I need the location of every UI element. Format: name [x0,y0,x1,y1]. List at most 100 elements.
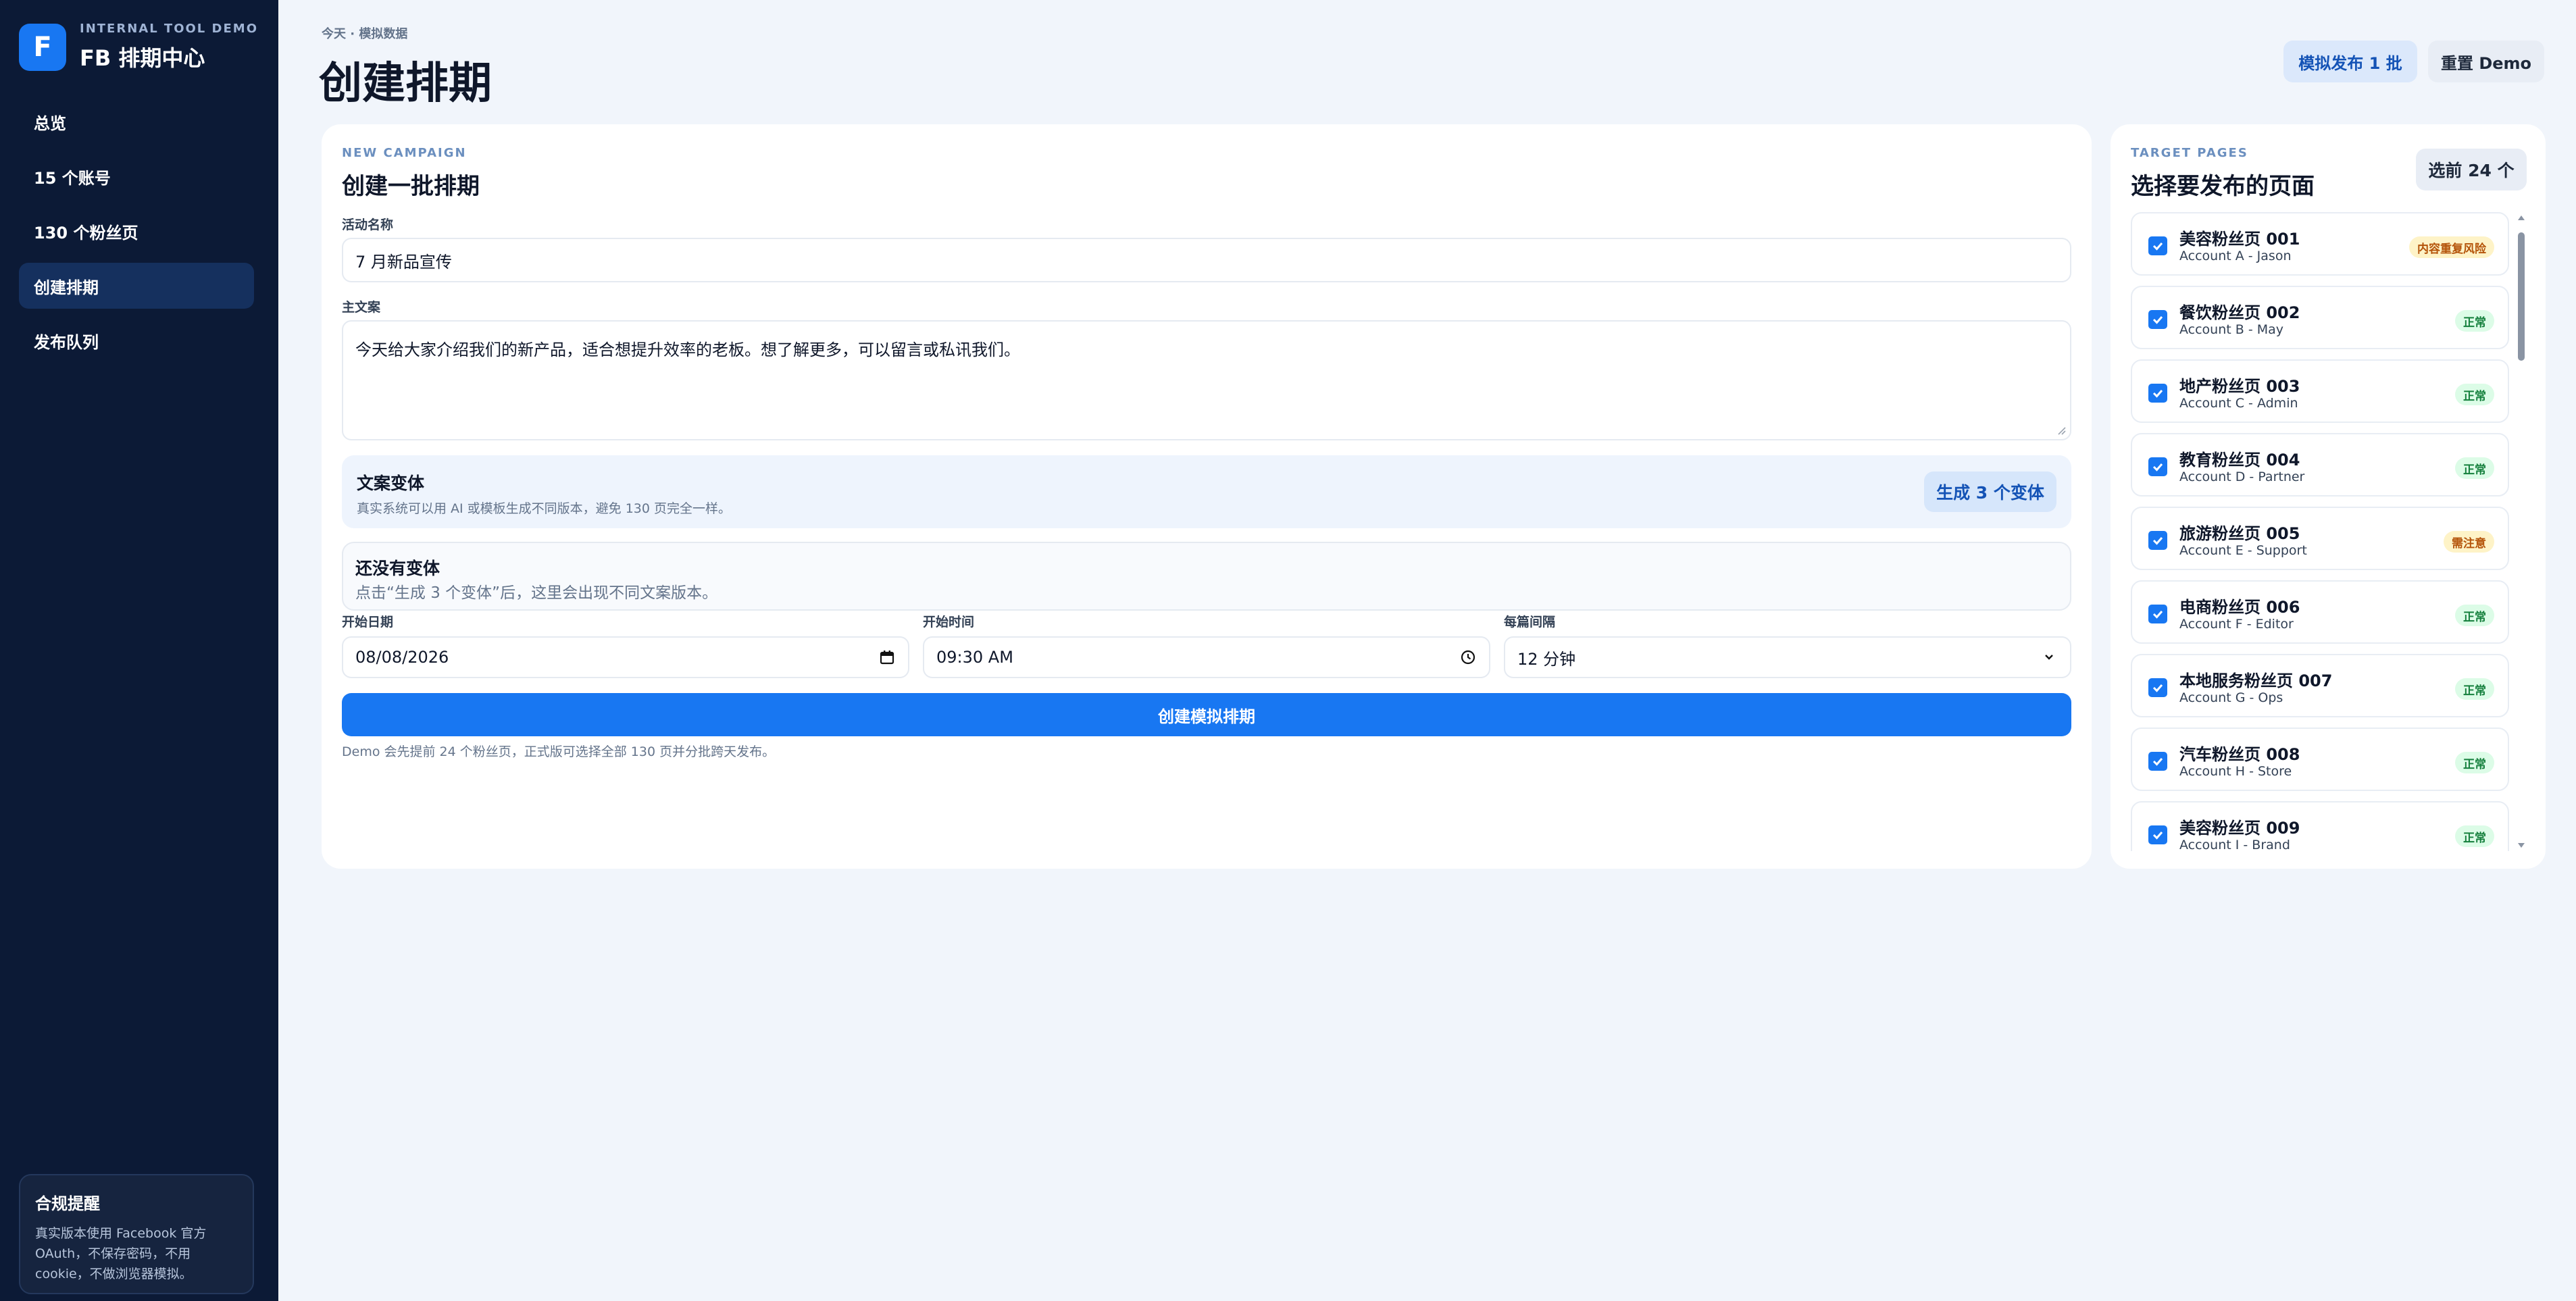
checkbox-checked[interactable] [2148,531,2167,550]
checkmark-icon [2152,316,2163,324]
status-badge: 正常 [2455,678,2494,700]
scroll-thumb[interactable] [2518,232,2525,361]
page-account: Account I - Brand [2179,838,2290,851]
variant-hint: 真实系统可以用 AI 或模板生成不同版本，避免 130 页完全一样。 [357,501,732,516]
sidebar-item-overview[interactable]: 总览 [19,99,254,145]
start-date-value: 08/08/2026 [355,648,449,667]
main-copy-textarea[interactable]: 今天给大家介绍我们的新产品，适合想提升效率的老板。想了解更多，可以留言或私讯我们… [342,320,2071,440]
scroll-up-icon[interactable] [2517,213,2526,222]
variant-panel: 文案变体 真实系统可以用 AI 或模板生成不同版本，避免 130 页完全一样。 … [342,455,2071,528]
app-logo: F [19,23,66,71]
sidebar-item-pages[interactable]: 130 个粉丝页 [19,208,254,254]
status-badge: 正常 [2455,752,2494,773]
campaign-name-value: 7 月新品宣传 [355,252,452,272]
checkbox-checked[interactable] [2148,678,2167,697]
page-account: Account E - Support [2179,543,2307,558]
page-list-item[interactable]: 汽车粉丝页 008 Account H - Store 正常 [2131,728,2509,791]
calendar-icon[interactable] [878,648,896,666]
interval-value: 12 分钟 [1517,649,1576,669]
page-name: 汽车粉丝页 008 [2179,745,2300,764]
page-name: 电商粉丝页 006 [2179,598,2300,617]
checkbox-checked[interactable] [2148,457,2167,476]
create-schedule-button[interactable]: 创建模拟排期 [342,693,2071,736]
checkbox-checked[interactable] [2148,384,2167,403]
compliance-notice: 合规提醒 真实版本使用 Facebook 官方 OAuth，不保存密码，不用 c… [19,1174,254,1294]
page-list-item[interactable]: 美容粉丝页 009 Account I - Brand 正常 [2131,801,2509,851]
status-badge: 需注意 [2444,531,2494,553]
checkbox-checked[interactable] [2148,605,2167,623]
start-date-input[interactable]: 08/08/2026 [342,636,909,678]
simulate-publish-button[interactable]: 模拟发布 1 批 [2283,41,2417,82]
status-badge: 正常 [2455,605,2494,626]
variant-empty-state: 还没有变体 点击“生成 3 个变体”后，这里会出现不同文案版本。 [342,542,2071,611]
target-pages-card: TARGET PAGES 选择要发布的页面 选前 24 个 美容粉丝页 001 A… [2111,124,2546,869]
generate-variants-button[interactable]: 生成 3 个变体 [1924,471,2056,512]
brand-title: FB 排期中心 [80,45,205,71]
empty-state-hint: 点击“生成 3 个变体”后，这里会出现不同文案版本。 [355,584,718,602]
brand: F INTERNAL TOOL DEMO FB 排期中心 [19,22,258,72]
page-account: Account G - Ops [2179,690,2283,705]
status-badge: 正常 [2455,457,2494,479]
checkbox-checked[interactable] [2148,825,2167,844]
page-list-item[interactable]: 电商粉丝页 006 Account F - Editor 正常 [2131,580,2509,644]
checkmark-icon [2152,832,2163,840]
checkmark-icon [2152,390,2163,398]
status-badge: 正常 [2455,310,2494,332]
interval-label: 每篇间隔 [1504,615,1556,630]
page-list-scrollbar[interactable] [2516,212,2527,851]
checkmark-icon [2152,537,2163,545]
page-list-item[interactable]: 地产粉丝页 003 Account C - Admin 正常 [2131,359,2509,423]
sidebar-item-create-schedule[interactable]: 创建排期 [19,263,254,309]
breadcrumb: 今天 · 模拟数据 [322,27,408,41]
page-account: Account C - Admin [2179,396,2298,411]
status-badge: 内容重复风险 [2409,236,2494,258]
page-name: 美容粉丝页 001 [2179,230,2300,249]
sidebar-item-publish-queue[interactable]: 发布队列 [19,317,254,363]
notice-body: 真实版本使用 Facebook 官方 OAuth，不保存密码，不用 cookie… [35,1226,207,1281]
sidebar-item-accounts[interactable]: 15 个账号 [19,153,254,199]
campaign-name-input[interactable]: 7 月新品宣传 [342,238,2071,282]
checkmark-icon [2152,243,2163,251]
page-list[interactable]: 美容粉丝页 001 Account A - Jason 内容重复风险 餐饮粉丝页 00… [2131,212,2509,851]
resize-handle-icon[interactable] [2056,426,2066,435]
main-copy-value: 今天给大家介绍我们的新产品，适合想提升效率的老板。想了解更多，可以留言或私讯我们… [355,340,1020,359]
checkmark-icon [2152,758,2163,766]
checkbox-checked[interactable] [2148,236,2167,255]
page-list-item[interactable]: 餐饮粉丝页 002 Account B - May 正常 [2131,286,2509,349]
page-list-item[interactable]: 旅游粉丝页 005 Account E - Support 需注意 [2131,507,2509,570]
clock-icon[interactable] [1459,648,1477,666]
scroll-down-icon[interactable] [2517,842,2526,850]
main-copy-label: 主文案 [342,300,381,315]
variant-title: 文案变体 [357,474,425,493]
page-name: 旅游粉丝页 005 [2179,524,2300,543]
campaign-eyebrow: NEW CAMPAIGN [342,146,467,160]
interval-select[interactable]: 12 分钟 [1504,636,2071,678]
select-top-button[interactable]: 选前 24 个 [2416,149,2527,190]
page-name: 美容粉丝页 009 [2179,819,2300,838]
create-footnote: Demo 会先提前 24 个粉丝页，正式版可选择全部 130 页并分批跨天发布。 [342,744,776,759]
start-time-input[interactable]: 09:30 AM [923,636,1490,678]
page-list-item[interactable]: 美容粉丝页 001 Account A - Jason 内容重复风险 [2131,212,2509,276]
sidebar: F INTERNAL TOOL DEMO FB 排期中心 总览 15 个账号 1… [0,0,278,1301]
start-time-label: 开始时间 [923,615,975,630]
campaign-card: NEW CAMPAIGN 创建一批排期 活动名称 7 月新品宣传 主文案 今天给… [322,124,2092,869]
status-badge: 正常 [2455,384,2494,405]
checkmark-icon [2152,463,2163,471]
page-account: Account F - Editor [2179,617,2294,632]
checkbox-checked[interactable] [2148,752,2167,771]
page-list-item[interactable]: 本地服务粉丝页 007 Account G - Ops 正常 [2131,654,2509,717]
target-eyebrow: TARGET PAGES [2131,146,2248,160]
page-name: 餐饮粉丝页 002 [2179,303,2300,322]
reset-demo-button[interactable]: 重置 Demo [2428,41,2544,82]
page-account: Account D - Partner [2179,469,2305,484]
chevron-down-icon [2045,655,2053,660]
page-list-item[interactable]: 教育粉丝页 004 Account D - Partner 正常 [2131,433,2509,496]
empty-state-title: 还没有变体 [355,559,440,578]
checkbox-checked[interactable] [2148,310,2167,329]
campaign-name-label: 活动名称 [342,218,394,232]
page-account: Account H - Store [2179,764,2292,779]
brand-subtitle: INTERNAL TOOL DEMO [80,22,258,36]
page-name: 教育粉丝页 004 [2179,451,2300,469]
checkmark-icon [2152,611,2163,619]
target-title: 选择要发布的页面 [2131,173,2315,200]
